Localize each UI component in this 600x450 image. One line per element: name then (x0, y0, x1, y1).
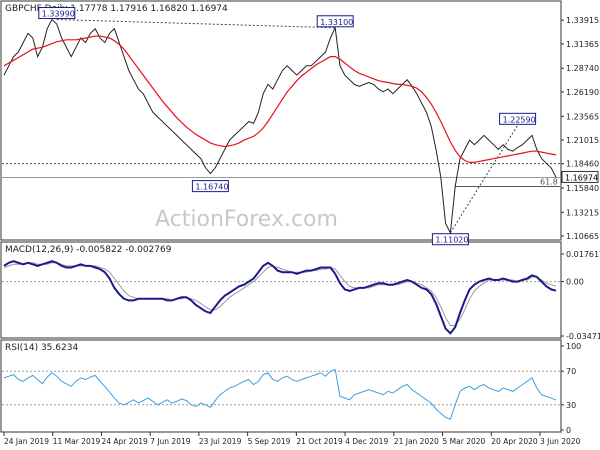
x-tick-label: 5 Sep 2019 (248, 437, 291, 446)
price-tick-label: 1.28740 (566, 64, 599, 73)
price-tick-label: 1.10665 (566, 232, 599, 241)
rsi-header: RSI(14) 35.6234 (5, 343, 78, 353)
macd-header: MACD(12,26,9) -0.005822 -0.002769 (5, 245, 172, 255)
price-tick-label: 1.15840 (566, 184, 599, 193)
rsi-tick-label: 0 (566, 426, 571, 435)
price-tick-label: 1.33915 (566, 16, 599, 25)
rsi-tick-label: 30 (566, 401, 576, 410)
x-tick-label: 4 Dec 2019 (345, 437, 388, 446)
pivot-label: 1.33100 (320, 18, 353, 27)
price-tick-label: 1.21015 (566, 136, 599, 145)
macd-tick-label: 0.017617 (566, 250, 600, 259)
price-tick-label: 1.31365 (566, 40, 599, 49)
fibonacci-label: 61.8 (540, 177, 558, 186)
x-tick-label: 21 Jan 2020 (394, 437, 439, 446)
pivot-label: 1.11020 (435, 236, 468, 245)
price-tick-label: 1.26190 (566, 88, 599, 97)
x-tick-label: 24 Apr 2019 (101, 437, 148, 446)
forex-chart: ActionForex.com GBPCHF,Daily 1.17778 1.1… (0, 0, 600, 450)
x-tick-label: 24 Jan 2019 (4, 437, 49, 446)
pivot-label: 1.16740 (195, 183, 228, 192)
price-tick-label: 1.13215 (566, 208, 599, 217)
current-price-label: 1.16974 (565, 173, 598, 182)
x-tick-label: 5 Mar 2020 (443, 437, 486, 446)
x-tick-label: 20 Apr 2020 (491, 437, 538, 446)
rsi-tick-label: 100 (566, 342, 581, 351)
x-tick-label: 21 Oct 2019 (296, 437, 343, 446)
price-tick-label: 1.23565 (566, 112, 599, 121)
macd-tick-label: 0.00 (566, 278, 584, 287)
pivot-label: 1.33990 (42, 10, 75, 19)
x-tick-label: 7 Jun 2019 (150, 437, 191, 446)
x-tick-label: 11 Mar 2019 (53, 437, 101, 446)
x-tick-label: 23 Jul 2019 (199, 437, 242, 446)
rsi-tick-label: 70 (566, 367, 576, 376)
pivot-label: 1.22590 (503, 115, 536, 124)
x-tick-label: 3 Jun 2020 (540, 437, 581, 446)
macd-tick-label: -0.034711 (566, 332, 600, 341)
watermark: ActionForex.com (155, 207, 338, 232)
price-tick-label: 1.18460 (566, 160, 599, 169)
